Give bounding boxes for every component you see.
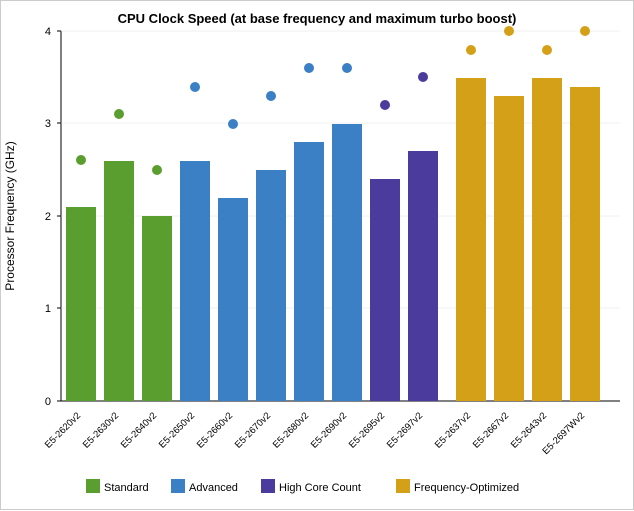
turbo-e5-2660v2 xyxy=(228,119,238,129)
turbo-e5-2670v2 xyxy=(266,91,276,101)
legend-advanced-swatch xyxy=(171,479,185,493)
xlabel-10: E5-2637v2 xyxy=(433,410,473,450)
y-axis-label: Processor Frequency (GHz) xyxy=(3,141,17,290)
xlabel-9: E5-2697v2 xyxy=(385,410,425,450)
legend-advanced-label: Advanced xyxy=(189,482,238,494)
xlabel-4: E5-2660v2 xyxy=(195,410,235,450)
bar-e5-2697wv2 xyxy=(570,87,600,401)
xlabel-3: E5-2650v2 xyxy=(157,410,197,450)
bar-e5-2640v2 xyxy=(142,216,172,401)
bar-e5-2620v2 xyxy=(66,207,96,401)
turbo-e5-2630v2 xyxy=(114,109,124,119)
legend-standard-label: Standard xyxy=(104,482,149,494)
turbo-e5-2667v2 xyxy=(504,26,514,36)
bar-e5-2637v2 xyxy=(456,78,486,401)
legend-standard-swatch xyxy=(86,479,100,493)
bar-e5-2690v2 xyxy=(332,124,362,401)
ytick-label-2: 2 xyxy=(45,211,51,223)
bar-e5-2697v2 xyxy=(408,151,438,401)
bar-e5-2630v2 xyxy=(104,161,134,401)
turbo-e5-2650v2 xyxy=(190,82,200,92)
bar-e5-2643v2 xyxy=(532,78,562,401)
xlabel-11: E5-2667v2 xyxy=(471,410,511,450)
legend-fo-label: Frequency-Optimized xyxy=(414,482,519,494)
ytick-label-0: 0 xyxy=(45,396,51,408)
xlabel-1: E5-2630v2 xyxy=(81,410,121,450)
xlabel-8: E5-2695v2 xyxy=(347,410,387,450)
bar-e5-2680v2 xyxy=(294,142,324,401)
bar-e5-2667v2 xyxy=(494,96,524,401)
bar-e5-2660v2 xyxy=(218,198,248,401)
xlabel-7: E5-2690v2 xyxy=(309,410,349,450)
legend-fo-swatch xyxy=(396,479,410,493)
legend-hcc-swatch xyxy=(261,479,275,493)
ytick-label-1: 1 xyxy=(45,303,51,315)
turbo-e5-2640v2 xyxy=(152,165,162,175)
turbo-e5-2690v2 xyxy=(342,63,352,73)
turbo-e5-2637v2 xyxy=(466,45,476,55)
turbo-e5-2620v2 xyxy=(76,155,86,165)
turbo-e5-2697v2 xyxy=(418,72,428,82)
xlabel-2: E5-2640v2 xyxy=(119,410,159,450)
turbo-e5-2680v2 xyxy=(304,63,314,73)
turbo-e5-2695v2 xyxy=(380,100,390,110)
turbo-e5-2643v2 xyxy=(542,45,552,55)
bar-e5-2670v2 xyxy=(256,170,286,401)
chart-container: CPU Clock Speed (at base frequency and m… xyxy=(0,0,634,510)
ytick-label-3: 3 xyxy=(45,118,51,130)
bar-e5-2650v2 xyxy=(180,161,210,401)
legend-hcc-label: High Core Count xyxy=(279,482,361,494)
bar-e5-2695v2 xyxy=(370,179,400,401)
xlabel-12: E5-2643v2 xyxy=(509,410,549,450)
chart-svg: 0 1 2 3 4 Processor Frequency (GHz) xyxy=(1,1,634,511)
xlabel-0: E5-2620v2 xyxy=(43,410,83,450)
xlabel-6: E5-2680v2 xyxy=(271,410,311,450)
ytick-label-4: 4 xyxy=(45,26,51,38)
turbo-e5-2697wv2 xyxy=(580,26,590,36)
xlabel-5: E5-2670v2 xyxy=(233,410,273,450)
